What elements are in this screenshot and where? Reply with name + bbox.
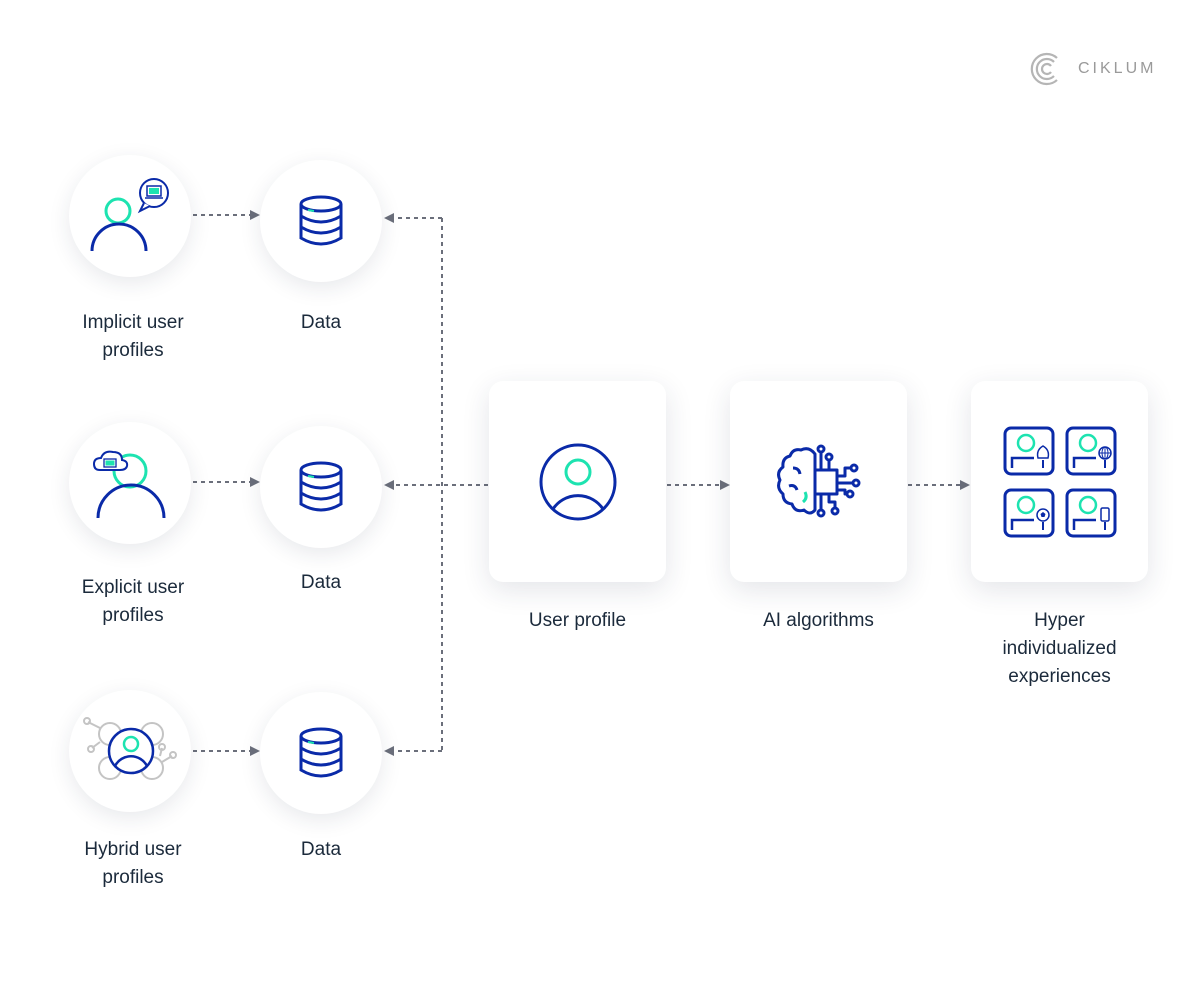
- label-line: Explicit user: [81, 577, 185, 598]
- user-profile-icon: [539, 443, 616, 520]
- user-profile-label: User profile: [528, 610, 627, 631]
- personalized-experiences-icon: [1003, 426, 1116, 537]
- hybrid-user-profile-icon: [83, 717, 177, 780]
- data-label-1: Data: [300, 312, 342, 333]
- hybrid-profile-node: [69, 690, 191, 812]
- explicit-profile-label: Explicit user profiles: [50, 574, 216, 630]
- data-node-1: [260, 160, 382, 282]
- label-line: Hybrid user: [84, 839, 182, 860]
- ai-brain-chip-icon: [776, 444, 860, 517]
- experiences-card: [971, 381, 1148, 582]
- label-line: Hyper: [1034, 610, 1085, 631]
- tile-football: [1003, 488, 1054, 537]
- database-icon: [299, 195, 343, 246]
- data-node-2: [260, 426, 382, 548]
- database-icon: [299, 461, 343, 512]
- data-label-2: Data: [300, 572, 342, 593]
- label-line: individualized: [1002, 638, 1117, 659]
- implicit-profile-label: Implicit user profiles: [50, 309, 216, 365]
- ai-algorithms-card: [730, 381, 907, 582]
- user-profile-card: [489, 381, 666, 582]
- database-icon: [299, 727, 343, 778]
- data-node-3: [260, 692, 382, 814]
- explicit-user-profile-icon: [92, 450, 166, 519]
- data-label-3: Data: [300, 839, 342, 860]
- implicit-user-profile-icon: [90, 178, 169, 252]
- explicit-profile-node: [69, 422, 191, 544]
- tile-wellness: [1003, 426, 1054, 475]
- label-line: profiles: [102, 867, 164, 888]
- label-line: experiences: [1008, 666, 1111, 687]
- label-line: profiles: [102, 340, 164, 361]
- hybrid-profile-label: Hybrid user profiles: [50, 836, 216, 892]
- tile-globe: [1065, 426, 1116, 475]
- label-line: Implicit user: [82, 312, 184, 333]
- label-line: profiles: [102, 605, 164, 626]
- ai-algorithms-label: AI algorithms: [763, 610, 874, 631]
- tile-phone: [1065, 488, 1116, 537]
- implicit-profile-node: [69, 155, 191, 277]
- experiences-label: Hyper individualized experiences: [951, 607, 1168, 691]
